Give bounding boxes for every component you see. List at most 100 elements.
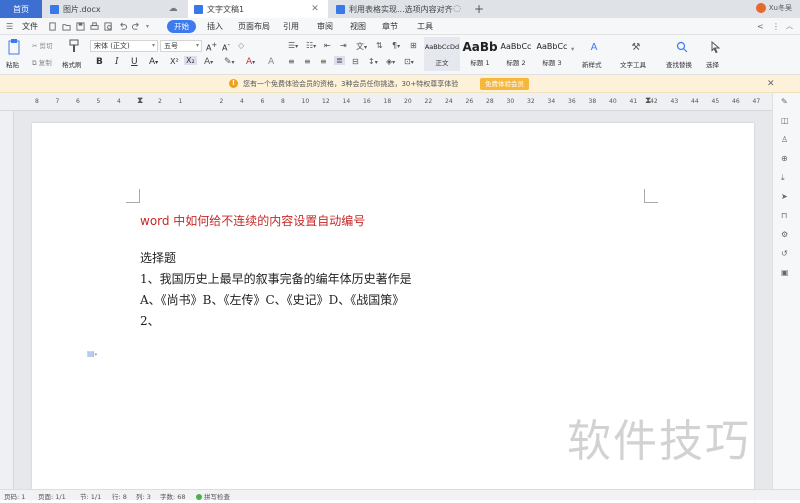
free-trial-button[interactable]: 免费体验会员: [480, 78, 529, 90]
document-line[interactable]: A、《尚书》B、《左传》C、《史记》D、《战国策》: [140, 291, 404, 308]
style-heading-1[interactable]: AaBb 标题 1: [462, 37, 498, 71]
borders-icon[interactable]: ⊡▾: [404, 57, 414, 66]
quick-access-more-icon[interactable]: ▾: [146, 20, 149, 33]
new-style-icon[interactable]: A: [586, 40, 602, 54]
format-painter-icon[interactable]: [68, 38, 80, 54]
select-label[interactable]: 选择: [706, 59, 719, 69]
pen-icon[interactable]: ✎: [781, 97, 793, 109]
decrease-indent-icon[interactable]: ⇤: [324, 41, 331, 50]
paste-icon[interactable]: [6, 38, 22, 56]
char-border-icon[interactable]: A: [268, 57, 274, 67]
italic-icon[interactable]: I: [115, 57, 119, 67]
vertical-ruler[interactable]: [0, 111, 14, 489]
style-heading-2[interactable]: AaBbCc 标题 2: [498, 37, 534, 71]
close-icon[interactable]: ✕: [767, 79, 775, 89]
undo-icon[interactable]: [118, 22, 127, 31]
menu-references[interactable]: 引用: [283, 20, 299, 33]
subscript-icon[interactable]: X₂: [184, 56, 197, 65]
settings-icon[interactable]: ⚙: [781, 230, 793, 242]
tab-home[interactable]: 首页: [0, 0, 42, 18]
cut-button[interactable]: ✂ 剪切: [32, 40, 53, 50]
clear-format-icon[interactable]: ◇: [238, 41, 244, 50]
text-tools-label[interactable]: 文字工具: [620, 59, 646, 69]
copy-button[interactable]: ⧉ 复制: [32, 57, 52, 68]
align-center-icon[interactable]: ≡: [304, 57, 311, 66]
redo-icon[interactable]: [132, 22, 141, 31]
new-file-icon[interactable]: [48, 22, 57, 31]
bullet-list-icon[interactable]: ☰▾: [288, 41, 298, 50]
paste-label[interactable]: 粘贴: [6, 59, 19, 69]
collapse-ribbon-icon[interactable]: ︿: [786, 20, 793, 33]
tab-document-pictures[interactable]: 图片.docx ☁: [44, 0, 186, 18]
menu-icon[interactable]: ☰: [6, 20, 13, 33]
indent-marker-icon[interactable]: ⧗: [137, 96, 143, 106]
font-size-select[interactable]: 五号 ▾: [160, 40, 202, 52]
line-spacing-icon[interactable]: ↕▾: [368, 57, 378, 66]
document-line[interactable]: 1、我国历史上最早的叙事完备的编年体历史著作是: [140, 270, 412, 287]
grow-font-icon[interactable]: A+: [206, 41, 217, 53]
increase-indent-icon[interactable]: ⇥: [340, 41, 347, 50]
new-style-label[interactable]: 新样式: [582, 59, 602, 69]
format-painter-label[interactable]: 格式刷: [62, 59, 82, 69]
menu-review[interactable]: 审阅: [317, 20, 333, 33]
right-indent-marker-icon[interactable]: ⧗: [645, 96, 651, 106]
history-icon[interactable]: ↺: [781, 249, 793, 261]
tab-document-table[interactable]: 利用表格实现...选项内容对齐 ◌: [330, 0, 470, 18]
bold-icon[interactable]: B: [96, 57, 103, 67]
text-tools-icon[interactable]: ⚒: [628, 40, 644, 54]
save-icon[interactable]: [76, 22, 85, 31]
underline-icon[interactable]: U: [131, 57, 138, 67]
paint-icon[interactable]: ♙: [781, 135, 793, 147]
lock-icon[interactable]: ⊓: [781, 211, 793, 223]
new-tab-button[interactable]: +: [472, 2, 486, 16]
more-icon[interactable]: ⋮: [772, 20, 780, 33]
share-icon[interactable]: <: [757, 20, 764, 33]
styles-more-icon[interactable]: ▾: [571, 45, 574, 53]
search-icon[interactable]: [674, 40, 690, 54]
document-line[interactable]: 2、: [140, 312, 160, 329]
document-heading[interactable]: word 中如何给不连续的内容设置自动编号: [140, 212, 365, 229]
paragraph-handle-icon[interactable]: ▤▾: [87, 349, 101, 359]
tab-document-active[interactable]: 文字文稿1 ✕: [188, 0, 328, 18]
align-left-icon[interactable]: ≡: [288, 57, 295, 66]
strikethrough-icon[interactable]: A▾: [149, 57, 158, 67]
sort-icon[interactable]: ⇅: [376, 41, 383, 50]
tab-settings-icon[interactable]: ⊞: [410, 41, 417, 50]
document-line[interactable]: 选择题: [140, 249, 176, 266]
shapes-icon[interactable]: ◫: [781, 116, 793, 128]
menu-view[interactable]: 视图: [350, 20, 366, 33]
align-right-icon[interactable]: ≡: [320, 57, 327, 66]
shading-icon[interactable]: ◈▾: [386, 57, 395, 66]
user-account[interactable]: Xu冬吴: [755, 3, 792, 13]
print-icon[interactable]: [90, 22, 99, 31]
menu-insert[interactable]: 插入: [207, 20, 223, 33]
cursor-icon[interactable]: ➤: [781, 192, 793, 204]
style-normal[interactable]: AaBbCcDd 正文: [424, 37, 460, 71]
show-marks-icon[interactable]: ¶▾: [392, 41, 400, 50]
font-effect-icon[interactable]: A▾: [204, 57, 213, 67]
menu-tools[interactable]: 工具: [417, 20, 433, 33]
menu-page-layout[interactable]: 页面布局: [238, 20, 270, 33]
numbered-list-icon[interactable]: ☷▾: [306, 41, 316, 50]
export-icon[interactable]: ⤓: [781, 173, 793, 185]
nav-icon[interactable]: ⊕: [781, 154, 793, 166]
find-replace-label[interactable]: 查找替换: [666, 59, 692, 69]
menu-start[interactable]: 开始: [167, 20, 196, 33]
align-justify-icon[interactable]: ≣: [334, 56, 345, 65]
open-folder-icon[interactable]: [62, 22, 71, 31]
font-color-icon[interactable]: A▾: [246, 57, 255, 67]
distributed-align-icon[interactable]: ⊟: [352, 57, 359, 66]
shrink-font-icon[interactable]: A-: [222, 41, 230, 53]
font-name-select[interactable]: 宋体 (正文) ▾: [90, 40, 158, 52]
image-icon[interactable]: ▣: [781, 268, 793, 280]
menu-file[interactable]: 文件: [22, 20, 38, 33]
print-preview-icon[interactable]: [104, 22, 113, 31]
highlight-icon[interactable]: ✎▾: [224, 57, 235, 67]
superscript-icon[interactable]: X²: [170, 57, 179, 66]
close-icon[interactable]: ✕: [310, 4, 320, 14]
horizontal-ruler[interactable]: 8 7 6 5 4 3 2 1 2 4 6 8 10 12 14 16 18 20 22 24 26 28 30 32 34 36…: [0, 93, 772, 111]
cursor-select-icon[interactable]: [708, 40, 724, 54]
chinese-layout-icon[interactable]: 文▾: [356, 41, 367, 52]
menu-chapter[interactable]: 章节: [382, 20, 398, 33]
style-heading-3[interactable]: AaBbCc 标题 3: [534, 37, 570, 71]
